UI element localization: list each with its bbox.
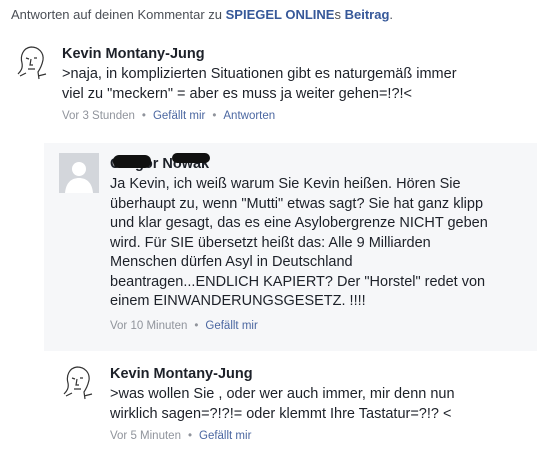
- header-possessive: s: [334, 7, 345, 22]
- comment-time[interactable]: Vor 10 Minuten: [110, 320, 187, 332]
- like-button[interactable]: Gefällt mir: [199, 430, 251, 442]
- like-button[interactable]: Gefällt mir: [153, 110, 205, 122]
- comment-text: Ja Kevin, ich weiß warum Sie Kevin heiße…: [110, 175, 535, 312]
- reply-button[interactable]: Antworten: [223, 110, 275, 122]
- avatar-placeholder-icon[interactable]: [59, 153, 99, 193]
- comment-line: viel zu "meckern" = aber es muss ja weit…: [62, 85, 413, 102]
- comment-author[interactable]: Kevin Montany-Jung: [110, 366, 253, 382]
- like-button[interactable]: Gefällt mir: [205, 320, 257, 332]
- site-link[interactable]: SPIEGEL ONLINE: [226, 7, 335, 22]
- comment-time[interactable]: Vor 3 Stunden: [62, 110, 135, 122]
- separator-dot: •: [194, 320, 199, 332]
- comment-line: einem EINWANDERUNGSGESETZ. !!!!: [110, 293, 366, 309]
- avatar-sketch-icon[interactable]: [13, 43, 53, 83]
- comment-meta: Vor 3 Stunden • Gefällt mir • Antworten: [62, 110, 275, 122]
- comment-line: beantragen...ENDLICH KAPIERT? Der "Horst…: [110, 273, 486, 290]
- comment-time[interactable]: Vor 5 Minuten: [110, 430, 181, 442]
- redaction-scribble: [172, 153, 210, 163]
- notification-header: Antworten auf deinen Kommentar zu SPIEGE…: [11, 7, 393, 22]
- comment-meta: Vor 10 Minuten • Gefällt mir: [110, 320, 258, 332]
- comment-text: >was wollen Sie , oder wer auch immer, m…: [110, 385, 535, 424]
- comment-line: >was wollen Sie , oder wer auch immer, m…: [110, 386, 455, 402]
- comment-line: überhaupt zu, wenn "Mutti" etwas sagt? S…: [110, 195, 484, 212]
- comment-line: wirklich sagen=?!?!= oder klemmt Ihre Ta…: [110, 405, 452, 422]
- comment-line: Ja Kevin, ich weiß warum Sie Kevin heiße…: [110, 176, 461, 192]
- separator-dot: •: [187, 430, 192, 442]
- comment-meta: Vor 5 Minuten • Gefällt mir: [110, 430, 251, 442]
- header-suffix: .: [389, 7, 394, 22]
- comment-author[interactable]: Kevin Montany-Jung: [62, 46, 205, 62]
- comment-line: >naja, in komplizierten Situationen gibt…: [62, 66, 457, 82]
- avatar-sketch-icon[interactable]: [59, 363, 99, 403]
- post-link[interactable]: Beitrag: [345, 7, 390, 22]
- header-prefix: Antworten auf deinen Kommentar zu: [11, 7, 226, 22]
- separator-dot: •: [212, 110, 217, 122]
- comment-line: Menschen dürfen Asyl in Deutschland: [110, 254, 353, 270]
- comment-text: >naja, in komplizierten Situationen gibt…: [62, 65, 532, 104]
- comment-line: wird. Für SIE übersetzt heißt das: Alle …: [110, 234, 431, 251]
- separator-dot: •: [141, 110, 146, 122]
- comment-line: und klar gesagt, das es eine Asylobergre…: [110, 215, 488, 231]
- redaction-scribble: [113, 155, 151, 168]
